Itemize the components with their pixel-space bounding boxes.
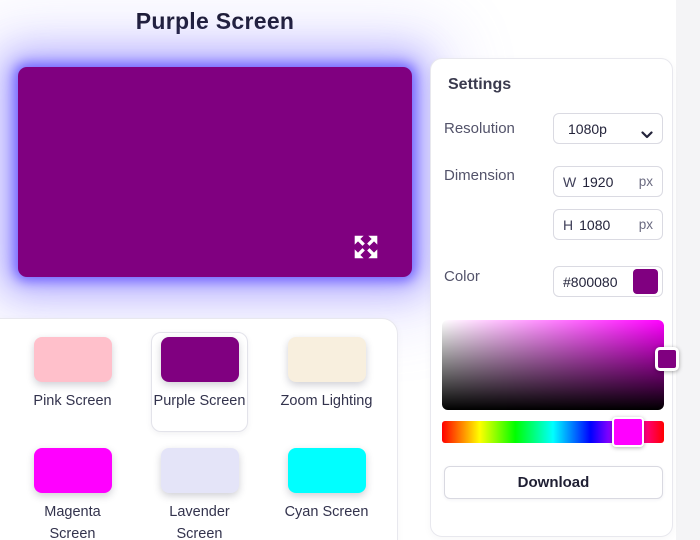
screen-color-swatch (33, 337, 112, 382)
screen-option-cyan-screen[interactable]: Cyan Screen (278, 443, 375, 540)
width-unit: px (638, 174, 653, 189)
page-title: Purple Screen (135, 8, 295, 34)
screen-option-label: Zoom Lighting (280, 393, 373, 409)
screen-option-label: Pink Screen (33, 393, 112, 409)
screen-color-swatch (33, 448, 112, 493)
screen-option-label: Magenta Screen (44, 504, 101, 540)
expand-arrows-icon (350, 231, 382, 263)
height-prefix: H (563, 216, 574, 233)
height-field-box: H px (553, 209, 663, 240)
saturation-handle[interactable] (655, 347, 679, 371)
width-input[interactable] (582, 173, 639, 190)
dimension-label: Dimension (444, 167, 515, 184)
resolution-label: Resolution (444, 120, 515, 137)
hue-handle[interactable] (612, 417, 644, 447)
page: Purple Screen Pink Screen Purple Screen Zo… (0, 0, 700, 540)
height-unit: px (638, 217, 653, 232)
fullscreen-button[interactable] (350, 231, 382, 263)
color-preview-screen[interactable] (18, 67, 412, 277)
color-field-box (553, 266, 663, 297)
saturation-area[interactable] (442, 320, 664, 410)
resolution-select[interactable]: 1080p (554, 114, 662, 143)
width-field-box: W px (553, 166, 663, 197)
width-prefix: W (563, 173, 577, 190)
screen-color-swatch (287, 337, 366, 382)
screen-option-zoom-lighting[interactable]: Zoom Lighting (278, 332, 375, 432)
screen-option-purple-screen[interactable]: Purple Screen (151, 332, 248, 432)
settings-heading: Settings (448, 76, 512, 93)
screen-option-label: Lavender Screen (169, 504, 230, 540)
screen-option-magenta-screen[interactable]: Magenta Screen (24, 443, 121, 540)
screen-option-label: Purple Screen (153, 393, 246, 409)
screen-color-swatch (160, 448, 239, 493)
height-input[interactable] (579, 216, 639, 233)
screen-option-label: Cyan Screen (284, 504, 369, 520)
screen-option-pink-screen[interactable]: Pink Screen (24, 332, 121, 432)
hex-color-input[interactable] (563, 273, 633, 290)
settings-panel: Settings Resolution 1080p Dimension W px… (430, 58, 679, 537)
resolution-select-wrap: 1080p (553, 113, 663, 144)
screen-options-card: Pink Screen Purple Screen Zoom Lighting Mag… (0, 318, 398, 540)
right-gutter (676, 0, 700, 540)
screen-option-lavender-screen[interactable]: Lavender Screen (151, 443, 248, 540)
screen-color-swatch (160, 337, 239, 382)
color-label: Color (444, 268, 480, 285)
color-swatch[interactable] (633, 269, 658, 294)
screen-color-swatch (287, 448, 366, 493)
screens-grid: Pink Screen Purple Screen Zoom Lighting Mag… (0, 319, 397, 540)
download-button[interactable]: Download (444, 466, 663, 499)
